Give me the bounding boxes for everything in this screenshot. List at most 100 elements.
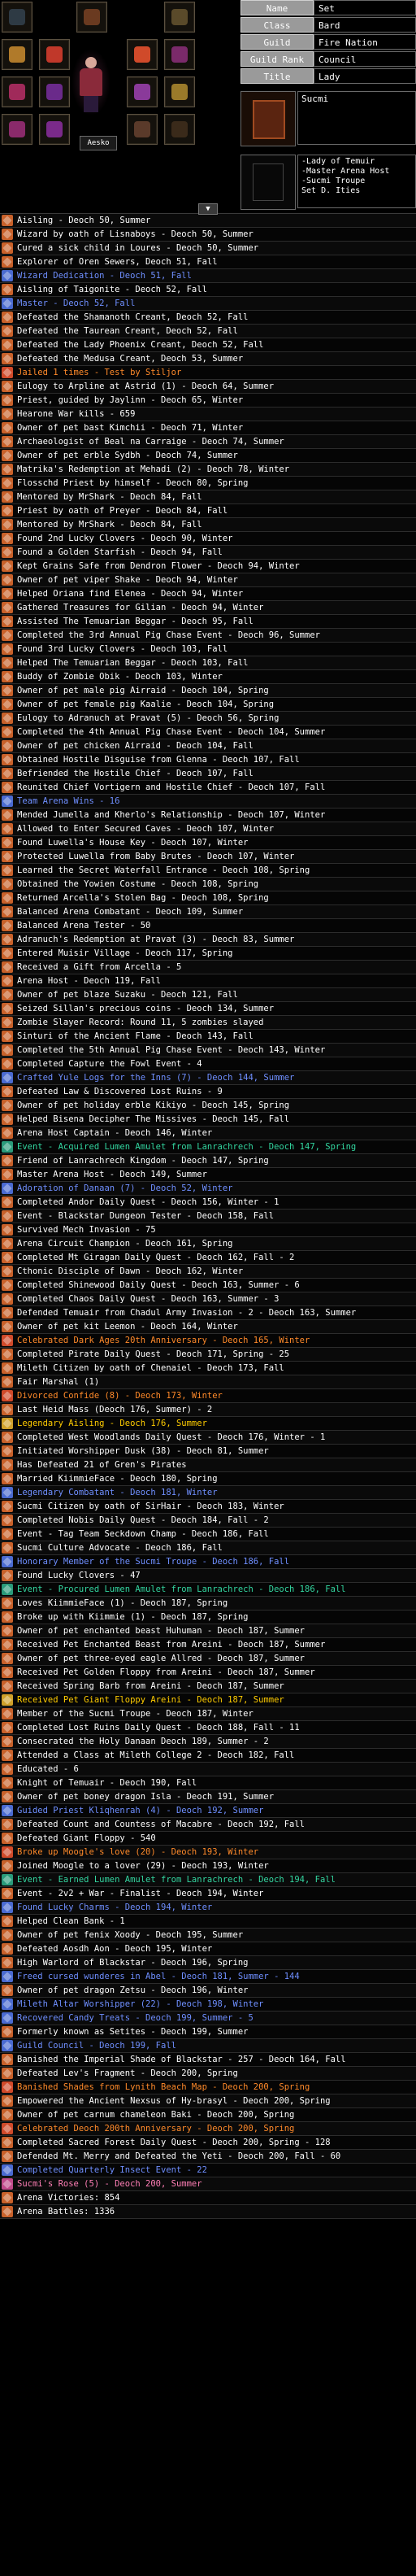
profile-panel: Aesko ▼ Name Set Class Bard Guild Fire N… bbox=[0, 0, 416, 215]
weapon-icon bbox=[9, 46, 25, 63]
legend-row: Completed the 4th Annual Pig Chase Event… bbox=[0, 726, 416, 739]
legend-row: Defeated the Taurean Creant, Deoch 52, F… bbox=[0, 325, 416, 338]
legend-mark-icon bbox=[2, 809, 13, 821]
legend-row: Gathered Treasures for Gilian - Deoch 94… bbox=[0, 601, 416, 615]
legend-mark-icon bbox=[2, 1805, 13, 1816]
equip-slot-boots[interactable] bbox=[127, 76, 158, 107]
legend-mark-icon bbox=[2, 1929, 13, 1941]
legend-text: Educated - 6 bbox=[17, 1763, 79, 1774]
legend-row: Sucmi's Rose (5) - Deoch 200, Summer bbox=[0, 2177, 416, 2191]
equip-slot-accessory[interactable] bbox=[127, 114, 158, 145]
legend-row: Eulogy to Arpline at Astrid (1) - Deoch … bbox=[0, 380, 416, 394]
legend-text: Defeated the Shamanoth Creant, Deoch 52,… bbox=[17, 312, 249, 322]
equip-slot-shield[interactable] bbox=[164, 39, 195, 70]
legend-row: Has Defeated 21 of Gren's Pirates bbox=[0, 1458, 416, 1472]
equip-slot-earring-right[interactable] bbox=[164, 2, 195, 33]
legend-row: Sucmi Culture Advocate - Deoch 186, Fall bbox=[0, 1541, 416, 1555]
shield-icon bbox=[171, 46, 188, 63]
equip-slot-belt[interactable] bbox=[164, 114, 195, 145]
equip-slot-ring-right[interactable] bbox=[39, 76, 70, 107]
info-label: Title bbox=[240, 68, 314, 84]
legend-row: Banished the Imperial Shade of Blackstar… bbox=[0, 2053, 416, 2067]
legend-text: Eulogy to Arpline at Astrid (1) - Deoch … bbox=[17, 381, 275, 391]
legend-row: Guild Council - Deoch 199, Fall bbox=[0, 2039, 416, 2053]
equip-slot-helm[interactable] bbox=[76, 2, 107, 33]
legend-mark-icon bbox=[2, 1279, 13, 1291]
legend-text: Defeated the Lady Phoenix Creant, Deoch … bbox=[17, 339, 264, 350]
equip-slot-coat[interactable] bbox=[39, 114, 70, 145]
info-value: Lady bbox=[314, 68, 416, 84]
legend-text: Received Pet Enchanted Beast from Areini… bbox=[17, 1639, 326, 1650]
legend-text: Entered Muisir Village - Deoch 117, Spri… bbox=[17, 948, 233, 958]
legend-mark-icon bbox=[2, 1100, 13, 1111]
clan-description: -Lady of Temuir -Master Arena Host -Sucm… bbox=[297, 155, 416, 208]
legend-row: Found 3rd Lucky Clovers - Deoch 103, Fal… bbox=[0, 643, 416, 656]
legend-row: Defeated the Lady Phoenix Creant, Deoch … bbox=[0, 338, 416, 352]
legend-row: Arena Host Captain - Deoch 146, Winter bbox=[0, 1127, 416, 1140]
legend-row: Defeated Lev's Fragment - Deoch 200, Spr… bbox=[0, 2067, 416, 2081]
legend-text: Defeated the Taurean Creant, Deoch 52, F… bbox=[17, 325, 238, 336]
legend-mark-icon bbox=[2, 1127, 13, 1139]
legend-text: Guided Priest Kliqhenrah (4) - Deoch 192… bbox=[17, 1805, 264, 1815]
legend-row: Received Spring Barb from Areini - Deoch… bbox=[0, 1680, 416, 1693]
legend-row: Knight of Temuair - Deoch 190, Fall bbox=[0, 1776, 416, 1790]
legend-mark-icon bbox=[2, 381, 13, 392]
legend-text: Completed Nobis Daily Quest - Deoch 184,… bbox=[17, 1515, 269, 1525]
legend-mark-icon bbox=[2, 1860, 13, 1872]
legend-text: Mentored by MrShark - Deoch 84, Fall bbox=[17, 491, 202, 502]
legend-text: Received Spring Barb from Areini - Deoch… bbox=[17, 1680, 284, 1691]
legend-row: Legendary Combatant - Deoch 181, Winter bbox=[0, 1486, 416, 1500]
legend-mark-icon bbox=[2, 339, 13, 351]
legend-text: Initiated Worshipper Dusk (38) - Deoch 8… bbox=[17, 1445, 269, 1456]
legend-text: Mended Jumella and Kherlo's Relationship… bbox=[17, 809, 326, 820]
legend-mark-icon bbox=[2, 2026, 13, 2038]
legend-mark-icon bbox=[2, 1639, 13, 1650]
legend-row: Defeated Count and Countess of Macabre -… bbox=[0, 1818, 416, 1832]
legend-text: Helped Bisena Decipher The Missives - De… bbox=[17, 1114, 290, 1124]
legend-text: Found 2nd Lucky Clovers - Deoch 90, Wint… bbox=[17, 533, 233, 543]
legend-text: Befriended the Hostile Chief - Deoch 107… bbox=[17, 768, 254, 778]
legend-mark-icon bbox=[2, 533, 13, 544]
legend-mark-icon bbox=[2, 920, 13, 931]
legend-row: Master Arena Host - Deoch 149, Summer bbox=[0, 1168, 416, 1182]
legend-row: Event - Procured Lumen Amulet from Lanra… bbox=[0, 1583, 416, 1597]
legend-row: Priest, guided by Jaylinn - Deoch 65, Wi… bbox=[0, 394, 416, 408]
equip-slot-gauntlet-left[interactable] bbox=[164, 76, 195, 107]
avatar-head bbox=[85, 57, 97, 68]
equip-slot-necklace[interactable] bbox=[39, 39, 70, 70]
legend-text: Mileth Altar Worshipper (22) - Deoch 198… bbox=[17, 1998, 264, 2009]
legend-text: Celebrated Dark Ages 20th Anniversary - … bbox=[17, 1335, 310, 1345]
equip-slot-ring-left[interactable] bbox=[2, 76, 32, 107]
legend-mark-icon bbox=[2, 477, 13, 489]
legend-mark-icon bbox=[2, 1985, 13, 1996]
legend-mark-icon bbox=[2, 1722, 13, 1733]
expand-arrow-button[interactable]: ▼ bbox=[198, 203, 218, 215]
legend-text: Sucmi's Rose (5) - Deoch 200, Summer bbox=[17, 2178, 202, 2189]
equip-slot-armor[interactable] bbox=[127, 39, 158, 70]
legend-text: Helped Clean Bank - 1 bbox=[17, 1916, 125, 1926]
legend-text: Completed the 4th Annual Pig Chase Event… bbox=[17, 726, 326, 737]
legend-mark-icon bbox=[2, 2192, 13, 2203]
legend-row: Completed Nobis Daily Quest - Deoch 184,… bbox=[0, 1514, 416, 1528]
legend-row: Event - Tag Team Seckdown Champ - Deoch … bbox=[0, 1528, 416, 1541]
legend-row: Completed Lost Ruins Daily Quest - Deoch… bbox=[0, 1721, 416, 1735]
equip-slot-earring-left[interactable] bbox=[2, 2, 32, 33]
legend-mark-icon bbox=[2, 1833, 13, 1844]
equip-slot-weapon[interactable] bbox=[2, 39, 32, 70]
legend-mark-icon bbox=[2, 1473, 13, 1484]
legend-text: Sucmi Citizen by oath of SirHair - Deoch… bbox=[17, 1501, 284, 1511]
equip-slot-gauntlet-right[interactable] bbox=[2, 114, 32, 145]
legend-row: Owner of pet carnum chameleon Baki - Deo… bbox=[0, 2108, 416, 2122]
legend-row: Found Lucky Clovers - 47 bbox=[0, 1569, 416, 1583]
legend-text: Banished Shades from Lynith Beach Map - … bbox=[17, 2081, 310, 2092]
legend-row: Defended Temuair from Chadul Army Invasi… bbox=[0, 1306, 416, 1320]
legend-text: Married KiimmieFace - Deoch 180, Spring bbox=[17, 1473, 218, 1484]
legend-row: Learned the Secret Waterfall Entrance - … bbox=[0, 864, 416, 878]
legend-mark-icon bbox=[2, 1611, 13, 1623]
legend-mark-icon bbox=[2, 699, 13, 710]
legend-row: Team Arena Wins - 16 bbox=[0, 795, 416, 809]
earring-icon bbox=[171, 9, 188, 25]
legend-row: Crafted Yule Logs for the Inns (7) - Deo… bbox=[0, 1071, 416, 1085]
legend-text: Completed Mt Giragan Daily Quest - Deoch… bbox=[17, 1252, 295, 1262]
legend-mark-icon bbox=[2, 1224, 13, 1236]
